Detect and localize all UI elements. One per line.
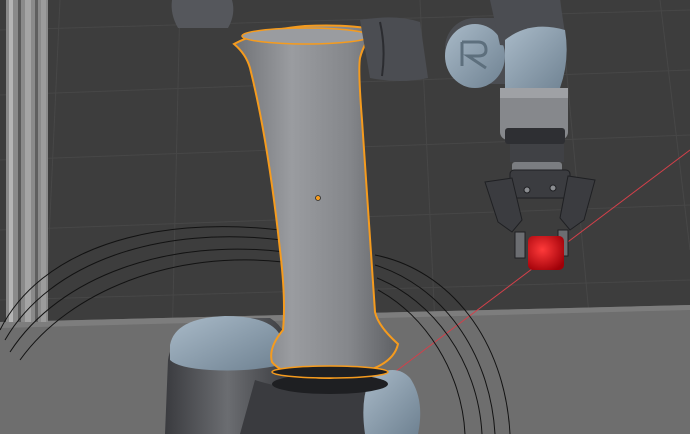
robot-wrist <box>500 88 568 172</box>
object-origin-dot <box>315 195 321 201</box>
red-cube[interactable] <box>528 236 564 270</box>
scaffold-pillar <box>6 0 48 322</box>
viewport-canvas[interactable] <box>0 0 690 434</box>
3d-viewport[interactable] <box>0 0 690 434</box>
